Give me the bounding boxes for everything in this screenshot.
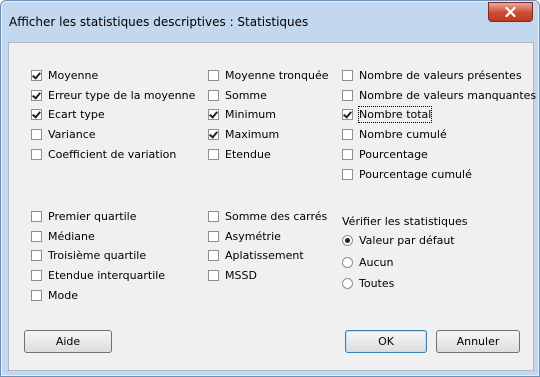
- checkbox-label: Variance: [48, 128, 96, 141]
- radio-valeur-par-defaut[interactable]: Valeur par défaut: [342, 233, 455, 248]
- close-x-icon: [505, 7, 516, 17]
- checkbox-box[interactable]: [208, 129, 219, 140]
- checkbox-label: Aplatissement: [225, 249, 304, 262]
- checkbox-box[interactable]: [31, 90, 42, 101]
- checkbox-box[interactable]: [31, 129, 42, 140]
- checkbox-box[interactable]: [31, 290, 42, 301]
- checkbox-nombre-valeurs-presentes[interactable]: Nombre de valeurs présentes: [342, 68, 522, 83]
- radio-dot[interactable]: [342, 235, 353, 246]
- checkbox-label: Etendue: [225, 148, 271, 161]
- help-button[interactable]: Aide: [24, 330, 112, 353]
- checkbox-premier-quartile[interactable]: Premier quartile: [31, 209, 136, 224]
- checkbox-moyenne[interactable]: Moyenne: [31, 68, 98, 83]
- checkbox-label: Premier quartile: [48, 210, 137, 223]
- checkbox-pourcentage-cumule[interactable]: Pourcentage cumulé: [342, 167, 472, 182]
- checkbox-box[interactable]: [31, 149, 42, 160]
- checkbox-box[interactable]: [342, 90, 353, 101]
- verify-statistics-heading: Vérifier les statistiques: [342, 215, 468, 228]
- checkbox-box[interactable]: [208, 270, 219, 281]
- checkbox-label: Erreur type de la moyenne: [48, 89, 196, 102]
- radio-toutes[interactable]: Toutes: [342, 276, 394, 291]
- checkbox-ecart-type[interactable]: Ecart type: [31, 107, 105, 122]
- checkbox-box[interactable]: [31, 109, 42, 120]
- checkbox-label: Pourcentage cumulé: [359, 168, 472, 181]
- radio-label: Aucun: [359, 256, 394, 269]
- checkbox-mssd[interactable]: MSSD: [208, 268, 257, 283]
- checkbox-label: MSSD: [225, 269, 257, 282]
- checkbox-label: Pourcentage: [359, 148, 428, 161]
- checkbox-label: Ecart type: [48, 108, 105, 121]
- radio-dot[interactable]: [342, 257, 353, 268]
- checkbox-box[interactable]: [31, 70, 42, 81]
- checkbox-label: Troisième quartile: [48, 249, 147, 262]
- checkbox-box[interactable]: [208, 211, 219, 222]
- checkbox-label: Minimum: [225, 108, 276, 121]
- checkbox-nombre-cumule[interactable]: Nombre cumulé: [342, 127, 447, 142]
- checkbox-label: Etendue interquartile: [48, 269, 166, 282]
- checkbox-label: Coefficient de variation: [48, 148, 177, 161]
- title-bar[interactable]: Afficher les statistiques descriptives :…: [1, 1, 539, 41]
- checkbox-aplatissement[interactable]: Aplatissement: [208, 248, 304, 263]
- checkbox-box[interactable]: [342, 70, 353, 81]
- checkbox-variance[interactable]: Variance: [31, 127, 96, 142]
- checkbox-label: Moyenne: [48, 69, 99, 82]
- checkbox-minimum[interactable]: Minimum: [208, 107, 276, 122]
- checkbox-label: Nombre de valeurs manquantes: [359, 89, 537, 102]
- dialog-body: Moyenne Erreur type de la moyenne Ecart …: [8, 42, 536, 371]
- checkbox-maximum[interactable]: Maximum: [208, 127, 279, 142]
- checkbox-label: Moyenne tronquée: [225, 69, 329, 82]
- checkbox-troisieme-quartile[interactable]: Troisième quartile: [31, 248, 146, 263]
- close-button[interactable]: [488, 2, 533, 22]
- checkbox-somme-des-carres[interactable]: Somme des carrés: [208, 209, 327, 224]
- checkbox-somme[interactable]: Somme: [208, 88, 267, 103]
- checkbox-label: Nombre de valeurs présentes: [359, 69, 522, 82]
- checkbox-label: Médiane: [48, 230, 95, 243]
- checkbox-box[interactable]: [208, 90, 219, 101]
- checkbox-box[interactable]: [342, 129, 353, 140]
- checkbox-label: Somme: [225, 89, 267, 102]
- checkbox-mediane[interactable]: Médiane: [31, 229, 95, 244]
- checkbox-box[interactable]: [31, 231, 42, 242]
- radio-aucun[interactable]: Aucun: [342, 255, 394, 270]
- radio-dot[interactable]: [342, 278, 353, 289]
- checkbox-box[interactable]: [208, 149, 219, 160]
- checkbox-box[interactable]: [208, 250, 219, 261]
- checkbox-erreur-type-moyenne[interactable]: Erreur type de la moyenne: [31, 88, 195, 103]
- checkbox-label: Maximum: [225, 128, 280, 141]
- cancel-button[interactable]: Annuler: [436, 330, 520, 353]
- checkbox-pourcentage[interactable]: Pourcentage: [342, 147, 428, 162]
- checkbox-box[interactable]: [31, 250, 42, 261]
- dialog-window: Afficher les statistiques descriptives :…: [0, 0, 540, 377]
- checkbox-label: Somme des carrés: [225, 210, 328, 223]
- checkbox-label: Nombre cumulé: [359, 128, 447, 141]
- checkbox-box[interactable]: [342, 169, 353, 180]
- checkbox-box[interactable]: [342, 109, 353, 120]
- checkbox-label: Mode: [48, 289, 78, 302]
- checkbox-box[interactable]: [31, 270, 42, 281]
- radio-label: Toutes: [359, 277, 395, 290]
- checkbox-nombre-valeurs-manquantes[interactable]: Nombre de valeurs manquantes: [342, 88, 536, 103]
- checkbox-box[interactable]: [208, 70, 219, 81]
- checkbox-etendue-interquartile[interactable]: Etendue interquartile: [31, 268, 165, 283]
- checkbox-box[interactable]: [208, 231, 219, 242]
- checkbox-box[interactable]: [208, 109, 219, 120]
- checkbox-asymetrie[interactable]: Asymétrie: [208, 229, 281, 244]
- radio-label: Valeur par défaut: [359, 234, 455, 247]
- checkbox-box[interactable]: [31, 211, 42, 222]
- ok-button[interactable]: OK: [345, 330, 427, 353]
- checkbox-label: Nombre total: [357, 106, 433, 123]
- checkbox-label: Asymétrie: [225, 230, 281, 243]
- checkbox-coefficient-variation[interactable]: Coefficient de variation: [31, 147, 176, 162]
- checkbox-moyenne-tronquee[interactable]: Moyenne tronquée: [208, 68, 329, 83]
- checkbox-mode[interactable]: Mode: [31, 288, 78, 303]
- window-title: Afficher les statistiques descriptives :…: [9, 15, 309, 29]
- checkbox-etendue[interactable]: Etendue: [208, 147, 271, 162]
- checkbox-nombre-total[interactable]: Nombre total: [342, 106, 433, 123]
- checkbox-box[interactable]: [342, 149, 353, 160]
